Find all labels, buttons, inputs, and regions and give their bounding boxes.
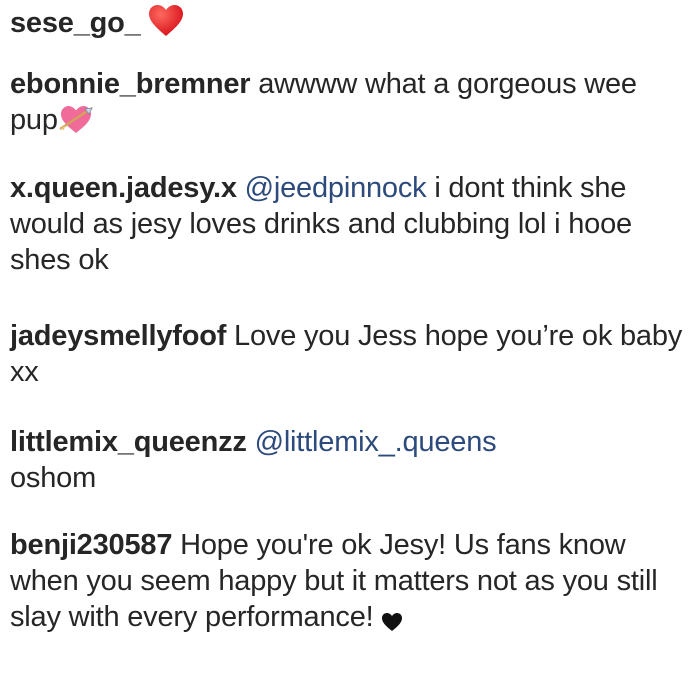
comment-username[interactable]: sese_go_ [10,7,141,39]
comment-item: x.queen.jadesy.x @jeedpinnock i dont thi… [10,170,690,278]
comment-username[interactable]: ebonnie_bremner [10,68,251,100]
comment-mention[interactable]: @jeedpinnock [245,172,427,204]
comment-text: oshom [10,462,97,494]
heart-with-arrow-icon [58,103,94,144]
comment-item: benji230587 Hope you're ok Jesy! Us fans… [10,527,690,641]
comment-mention[interactable]: @littlemix_.queens [255,426,497,458]
black-heart-icon [381,605,403,641]
comment-item: littlemix_queenzz @littlemix_.queensosho… [10,424,497,496]
comment-username[interactable]: littlemix_queenzz [10,426,247,458]
comment-username[interactable]: benji230587 [10,529,172,561]
comment-username[interactable]: x.queen.jadesy.x [10,172,237,204]
comment-username[interactable]: jadeysmellyfoof [10,320,226,352]
comment-item: ebonnie_bremner awwww what a gorgeous we… [10,66,690,144]
comment-item: jadeysmellyfoof Love you Jess hope you’r… [10,318,690,390]
red-heart-icon [148,4,184,47]
comment-item: sese_go_ [10,4,184,47]
